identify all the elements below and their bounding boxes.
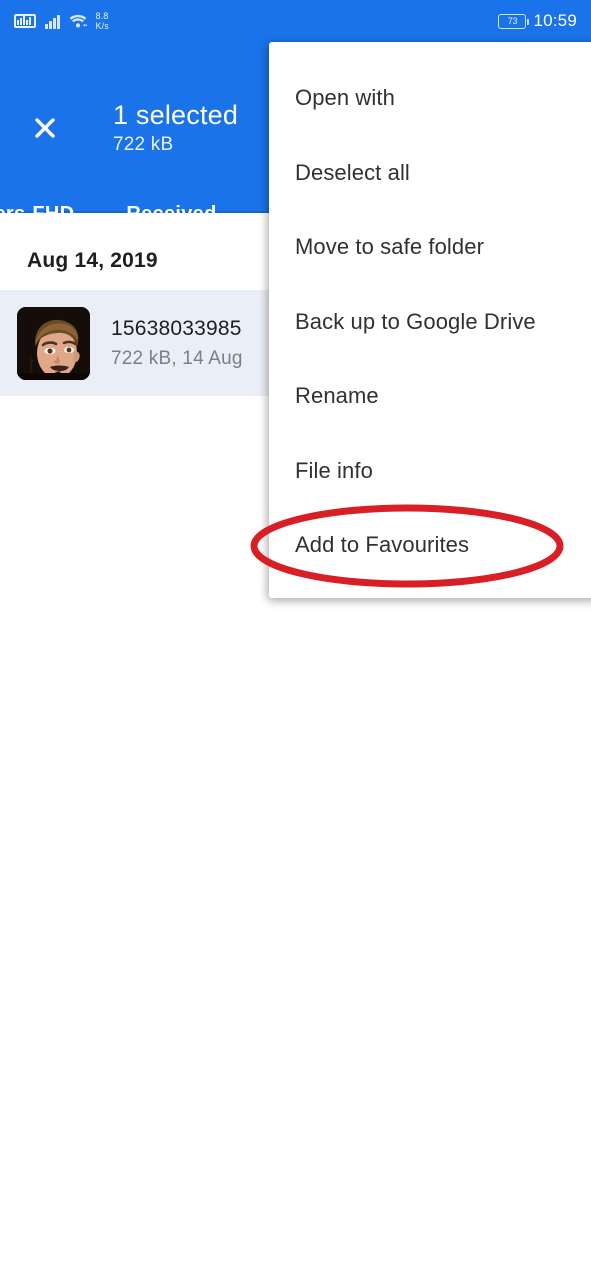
- status-bar-left: 8.8 K/s: [14, 11, 109, 31]
- signal-bars-icon: [45, 14, 60, 29]
- phone-screen: 8.8 K/s 73 10:59 1 selected 722 kB paper…: [0, 0, 591, 1280]
- network-speed-indicator: 8.8 K/s: [95, 11, 109, 31]
- sim-card-icon: [14, 14, 36, 28]
- list-item-text: 15638033985 722 kB, 14 Aug: [111, 317, 243, 370]
- status-bar-right: 73 10:59: [498, 11, 577, 31]
- wifi-icon: [69, 14, 87, 29]
- status-bar: 8.8 K/s 73 10:59: [0, 0, 591, 42]
- file-meta-label: 722 kB, 14 Aug: [111, 347, 243, 369]
- close-icon: [30, 113, 60, 143]
- menu-item-deselect-all[interactable]: Deselect all: [269, 136, 591, 210]
- menu-item-move-to-safe-folder[interactable]: Move to safe folder: [269, 210, 591, 284]
- battery-icon: 73: [498, 13, 530, 29]
- close-selection-button[interactable]: [23, 106, 67, 150]
- selection-size-subtitle: 722 kB: [113, 134, 174, 155]
- menu-item-back-up-to-google-drive[interactable]: Back up to Google Drive: [269, 285, 591, 359]
- menu-item-file-info[interactable]: File info: [269, 434, 591, 508]
- selection-count-title: 1 selected: [113, 100, 239, 130]
- menu-item-add-to-favourites[interactable]: Add to Favourites: [269, 508, 591, 582]
- portrait-thumbnail-icon: [17, 306, 90, 380]
- menu-item-open-with[interactable]: Open with: [269, 61, 591, 135]
- context-menu: Open with Deselect all Move to safe fold…: [269, 42, 591, 598]
- clock-label: 10:59: [533, 11, 577, 30]
- menu-item-rename[interactable]: Rename: [269, 359, 591, 433]
- battery-percent-label: 73: [507, 16, 518, 26]
- date-group-header: Aug 14, 2019: [27, 249, 158, 272]
- file-name-label: 15638033985: [111, 316, 242, 340]
